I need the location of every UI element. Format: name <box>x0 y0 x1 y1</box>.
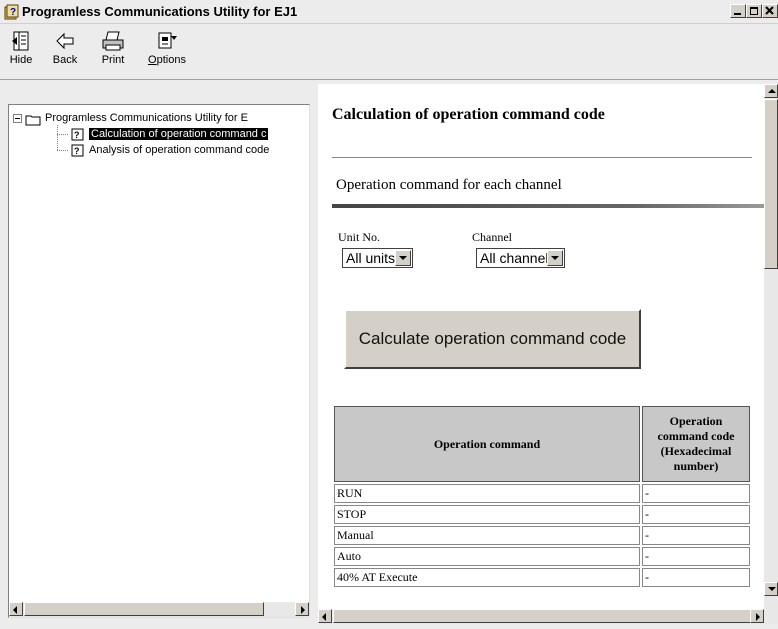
code-cell: - <box>642 505 750 524</box>
title-bar: ? Programless Communications Utility for… <box>0 0 778 24</box>
table-row: Manual - <box>334 526 750 545</box>
help-book-icon: ? <box>4 4 19 20</box>
chevron-down-icon[interactable] <box>547 250 563 266</box>
close-button[interactable] <box>762 4 778 18</box>
tree-item-label: Analysis of operation command code <box>89 144 270 156</box>
operation-command-table: Operation command Operation command code… <box>332 404 752 589</box>
back-arrow-icon <box>56 32 74 50</box>
command-cell: 40% AT Execute <box>334 568 640 587</box>
close-icon <box>765 6 774 15</box>
scroll-thumb[interactable] <box>333 609 753 623</box>
toolbar: Hide Back Print Options <box>0 24 778 80</box>
window-title: Programless Communications Utility for E… <box>22 4 298 19</box>
table-row: RUN - <box>334 484 750 503</box>
hide-pane-icon <box>12 31 29 51</box>
scroll-thumb[interactable] <box>24 602 264 616</box>
back-button[interactable]: Back <box>48 30 82 74</box>
contents-tree[interactable]: Programless Communications Utility for E… <box>8 104 310 618</box>
table-row: 40% AT Execute - <box>334 568 750 587</box>
unit-no-select[interactable]: All units <box>342 248 413 268</box>
maximize-button[interactable] <box>746 4 762 18</box>
tree-item-analysis[interactable]: ? Analysis of operation command code <box>71 143 309 159</box>
code-cell: - <box>642 547 750 566</box>
channel-value: All channels <box>480 250 556 266</box>
command-cell: Manual <box>334 526 640 545</box>
section-heading: Operation command for each channel <box>336 177 562 193</box>
code-cell: - <box>642 484 750 503</box>
unit-no-value: All units <box>346 250 396 266</box>
section-divider <box>332 204 764 208</box>
scroll-up-button[interactable] <box>764 84 778 98</box>
command-cell: STOP <box>334 505 640 524</box>
scroll-right-button[interactable] <box>295 602 309 616</box>
tree-item-calculation[interactable]: ? Calculation of operation command c <box>71 127 309 143</box>
back-label: Back <box>52 54 78 66</box>
printer-icon <box>102 31 124 51</box>
calculate-button[interactable]: Calculate operation command code <box>344 309 641 369</box>
print-label: Print <box>101 54 125 66</box>
tree-horizontal-scrollbar[interactable] <box>9 602 309 617</box>
header-operation-code: Operation command code (Hexadecimal numb… <box>642 406 750 482</box>
header-operation-command: Operation command <box>334 406 640 482</box>
content-horizontal-scrollbar[interactable] <box>318 609 778 624</box>
options-button[interactable]: Options <box>142 30 192 74</box>
table-row: STOP - <box>334 505 750 524</box>
minimize-button[interactable] <box>730 4 746 18</box>
topic-content: Calculation of operation command code Op… <box>318 84 764 609</box>
page-title: Calculation of operation command code <box>332 106 605 123</box>
chevron-down-icon[interactable] <box>395 250 411 266</box>
print-button[interactable]: Print <box>96 30 130 74</box>
scroll-down-button[interactable] <box>764 582 778 596</box>
svg-text:?: ? <box>10 7 16 18</box>
hide-button[interactable]: Hide <box>6 30 36 74</box>
hide-label: Hide <box>9 54 33 66</box>
scroll-right-button[interactable] <box>750 609 764 623</box>
options-label: Options <box>148 54 186 66</box>
scroll-left-button[interactable] <box>9 602 23 616</box>
options-icon <box>158 32 177 49</box>
command-cell: Auto <box>334 547 640 566</box>
channel-select[interactable]: All channels <box>476 248 565 268</box>
scroll-thumb[interactable] <box>764 99 778 269</box>
unit-no-label: Unit No. <box>338 230 380 244</box>
tree-connector-lines <box>57 125 69 151</box>
tree-item-label: Calculation of operation command c <box>89 128 269 140</box>
code-cell: - <box>642 568 750 587</box>
scroll-left-button[interactable] <box>318 609 332 623</box>
table-row: Auto - <box>334 547 750 566</box>
command-cell: RUN <box>334 484 640 503</box>
title-divider <box>332 157 752 158</box>
code-cell: - <box>642 526 750 545</box>
content-vertical-scrollbar[interactable] <box>764 84 778 609</box>
channel-label: Channel <box>472 230 512 244</box>
